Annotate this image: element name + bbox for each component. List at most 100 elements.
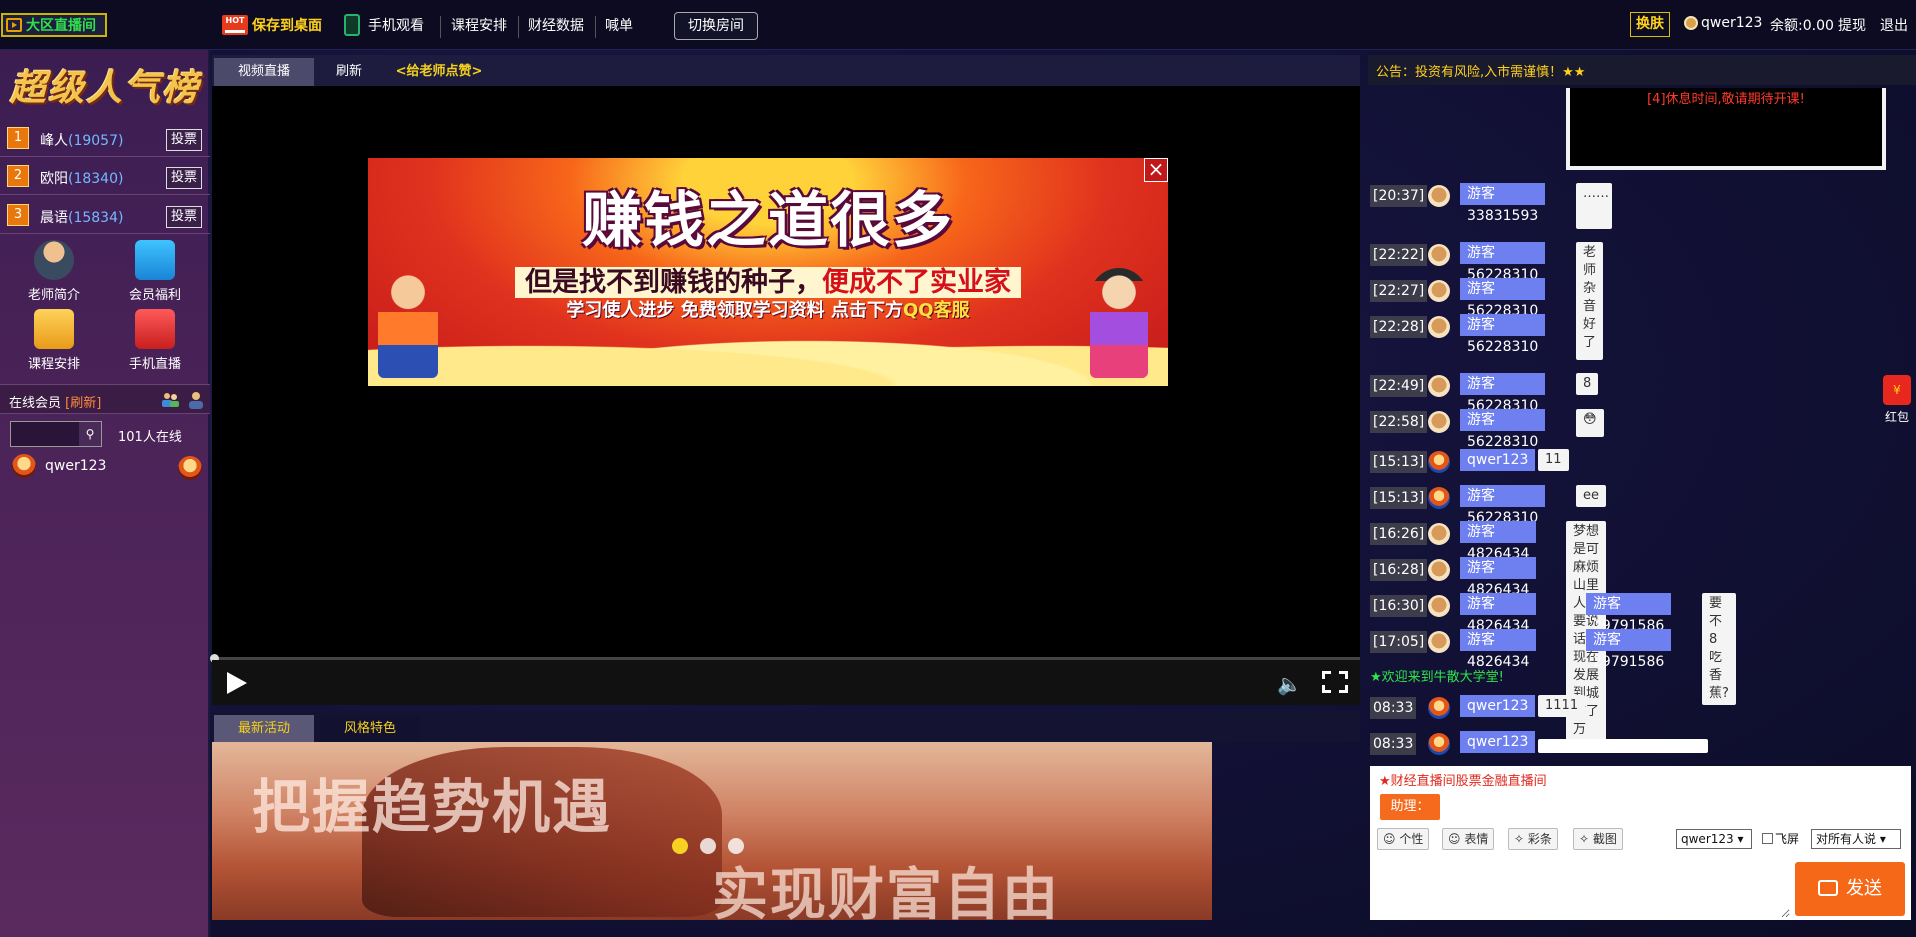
vote-button[interactable]: 投票 — [166, 129, 202, 151]
withdraw-link[interactable]: 提现 — [1838, 15, 1866, 35]
left-sidebar: 超级人气榜 1 峰人(19057) 投票 2 欧阳(18340) 投票 3 晨语… — [0, 50, 210, 937]
chat-bubble-icon — [1818, 880, 1838, 896]
avatar-icon — [1684, 16, 1698, 30]
save-desktop-link[interactable]: HOT 保存到桌面 — [222, 14, 322, 36]
avatar — [1428, 316, 1450, 338]
chat-target-username[interactable]: 游客29791586 — [1586, 593, 1672, 634]
rank-number: 2 — [7, 165, 29, 187]
chat-username[interactable]: 游客56228310 — [1460, 373, 1546, 414]
close-icon[interactable]: × — [1144, 158, 1168, 182]
screenshot-button[interactable]: ✧ 截图 — [1573, 828, 1623, 850]
chat-username[interactable]: 游客56228310 — [1460, 409, 1546, 450]
carousel-dot[interactable] — [728, 838, 744, 854]
room-logo[interactable]: 大区直播间 — [1, 13, 107, 37]
finance-data-link[interactable]: 财经数据 — [528, 14, 584, 36]
member-search-input[interactable] — [11, 422, 81, 446]
chat-toolbar: ☺ 个性 ☺ 表情 ✧ 彩条 ✧ 截图 qwer123 ▾ 飞屏 对所有人说 ▾ — [1370, 826, 1911, 852]
divider — [518, 16, 519, 38]
vote-button[interactable]: 投票 — [166, 167, 202, 189]
cloud-decoration — [368, 316, 1168, 386]
sender-select[interactable]: qwer123 ▾ — [1676, 829, 1752, 849]
message-bubble: ee — [1576, 485, 1606, 507]
red-packet[interactable]: 红包 — [1880, 375, 1914, 425]
chat-username[interactable]: 游客4826434 — [1460, 521, 1537, 562]
tab-style-feature[interactable]: 风格特色 — [320, 715, 420, 742]
chat-target-username[interactable]: 游客29791586 — [1586, 629, 1672, 670]
shout-order-link[interactable]: 喊单 — [605, 14, 633, 36]
avatar — [1428, 185, 1450, 207]
play-icon[interactable] — [227, 672, 247, 694]
calendar-icon — [34, 309, 74, 349]
video-controls: 🔈 — [212, 660, 1360, 705]
online-members-header: 在线会员 [刷新] — [0, 384, 210, 414]
volume-icon[interactable]: 🔈 — [1277, 672, 1302, 696]
message-bubble: 8 — [1702, 629, 1725, 651]
like-teacher-link[interactable]: <给老师点赞> — [384, 58, 494, 86]
chat-username[interactable]: 游客4826434 — [1460, 557, 1537, 598]
teacher-icon — [34, 240, 74, 280]
carousel-dot[interactable] — [700, 838, 716, 854]
course-schedule-button[interactable]: 课程安排 — [4, 309, 104, 379]
rank-teacher: 晨语(15834) — [40, 210, 124, 226]
avatar — [1428, 411, 1450, 433]
color-bar-button[interactable]: ✧ 彩条 — [1508, 828, 1558, 850]
message-bubble: 1111 — [1538, 695, 1586, 717]
teacher-intro-button[interactable]: 老师简介 — [4, 240, 104, 310]
assistant-button[interactable]: 助理： — [1380, 794, 1440, 820]
red-packet-icon — [1883, 375, 1911, 405]
logout-link[interactable]: 退出 — [1880, 15, 1908, 35]
phone-icon — [344, 14, 360, 36]
video-tabs: 视频直播 刷新 <给老师点赞> — [212, 55, 1360, 86]
search-icon[interactable]: ⚲ — [79, 422, 101, 446]
skin-button[interactable]: 换肤 — [1630, 12, 1670, 37]
message-input[interactable] — [1370, 854, 1790, 918]
chat-username[interactable]: 游客4826434 — [1460, 629, 1537, 670]
chat-username[interactable]: 游客56228310 — [1460, 242, 1546, 283]
switch-room-button[interactable]: 切换房间 — [674, 12, 758, 40]
course-link[interactable]: 课程安排 — [451, 14, 507, 36]
target-select[interactable]: 对所有人说 ▾ — [1811, 829, 1901, 849]
send-button[interactable]: 发送 — [1795, 862, 1905, 916]
emoji-button[interactable]: ☺ 表情 — [1442, 828, 1495, 850]
rank-number: 1 — [7, 127, 29, 149]
message-bubble: …… — [1576, 183, 1612, 229]
refresh-link[interactable]: [刷新] — [65, 396, 101, 411]
mini-video: [4]休息时间,敬请期待开课! — [1566, 88, 1886, 170]
personality-button[interactable]: ☺ 个性 — [1377, 828, 1430, 850]
mobile-live-button[interactable]: 手机直播 — [105, 309, 205, 379]
vote-button[interactable]: 投票 — [166, 206, 202, 228]
carousel-dot[interactable] — [672, 838, 688, 854]
avatar — [1428, 631, 1450, 653]
tab-latest-activity[interactable]: 最新活动 — [214, 715, 314, 742]
chat-username[interactable]: qwer123 — [1460, 695, 1536, 717]
vip-avatar — [1428, 451, 1450, 473]
ad-banner[interactable]: 赚钱之道很多 但是找不到赚钱的种子，便成不了实业家 学习使人进步 免费领取学习资… — [368, 158, 1168, 386]
online-user-item[interactable]: qwer123 — [12, 454, 202, 482]
tab-video-live[interactable]: 视频直播 — [214, 58, 314, 86]
avatar — [1428, 595, 1450, 617]
chat-username[interactable]: 游客56228310 — [1460, 314, 1546, 355]
chat-username[interactable]: 游客56228310 — [1460, 485, 1546, 526]
chat-username[interactable]: 游客4826434 — [1460, 593, 1537, 634]
tab-refresh[interactable]: 刷新 — [320, 58, 378, 86]
member-welfare-button[interactable]: 会员福利 — [105, 240, 205, 310]
phone-icon — [135, 309, 175, 349]
flag-icon — [135, 240, 175, 280]
chat-username[interactable]: 游客56228310 — [1460, 278, 1546, 319]
user-icon[interactable] — [186, 390, 206, 410]
activity-banner[interactable]: 把握趋势机遇 实现财富自由 — [212, 742, 1212, 920]
users-icon[interactable] — [160, 390, 180, 410]
fullscreen-icon[interactable] — [1321, 670, 1349, 694]
chat-username[interactable]: 游客33831593 — [1460, 183, 1546, 224]
chat-username[interactable]: qwer123 — [1460, 731, 1536, 753]
avatar — [1428, 280, 1450, 302]
fly-screen-checkbox[interactable]: 飞屏 — [1762, 830, 1799, 847]
avatar — [1428, 559, 1450, 581]
rank-row: 2 欧阳(18340) 投票 — [0, 159, 210, 195]
avatar — [1428, 523, 1450, 545]
chat-input-panel: ★财经直播间股票金融直播间 助理： ☺ 个性 ☺ 表情 ✧ 彩条 ✧ 截图 qw… — [1370, 766, 1911, 920]
popularity-title: 超级人气榜 — [9, 67, 200, 109]
mobile-watch-link[interactable]: 手机观看 — [344, 14, 424, 36]
message-bubble — [1538, 739, 1708, 753]
chat-username[interactable]: qwer123 — [1460, 449, 1536, 471]
